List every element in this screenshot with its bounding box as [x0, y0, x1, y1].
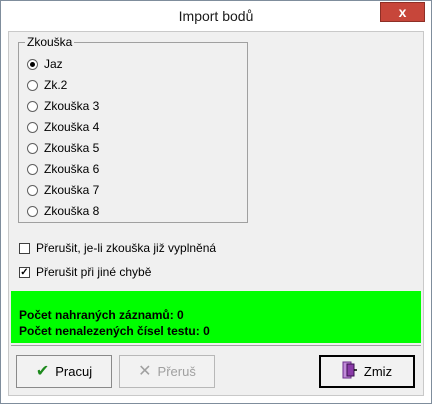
dialog-window: Import bodů x Zkouška Jaz Zk.2 Zkouška 3…: [0, 0, 432, 404]
zmiz-button[interactable]: Zmiz: [319, 355, 415, 388]
radio-label: Zkouška 3: [44, 99, 100, 113]
radio-label: Zkouška 5: [44, 141, 100, 155]
radio-label: Zkouška 8: [44, 204, 100, 218]
radio-option-2[interactable]: Zk.2: [27, 76, 67, 94]
prerus-button[interactable]: ✕ Přeruš: [119, 355, 215, 388]
radio-label: Zkouška 7: [44, 183, 100, 197]
radio-label: Zkouška 4: [44, 120, 100, 134]
checkbox-label: Přerušit, je-li zkouška již vyplněná: [36, 241, 217, 255]
dialog-client-area: Zkouška Jaz Zk.2 Zkouška 3 Zkouška 4 Zko…: [8, 31, 424, 396]
radio-button[interactable]: [27, 184, 38, 196]
radio-label: Jaz: [44, 57, 63, 71]
radio-option-7[interactable]: Zkouška 7: [27, 181, 99, 199]
zkouska-groupbox: Zkouška Jaz Zk.2 Zkouška 3 Zkouška 4 Zko…: [18, 35, 248, 223]
close-button[interactable]: x: [380, 2, 425, 22]
radio-option-1[interactable]: Jaz: [27, 55, 63, 73]
button-label: Zmiz: [363, 364, 393, 379]
radio-button[interactable]: [27, 205, 38, 217]
radio-button[interactable]: [27, 163, 38, 175]
radio-option-3[interactable]: Zkouška 3: [27, 97, 99, 115]
radio-label: Zkouška 6: [44, 162, 100, 176]
radio-option-8[interactable]: Zkouška 8: [27, 202, 99, 220]
radio-button[interactable]: [27, 79, 38, 91]
title-bar: Import bodů x: [1, 1, 431, 31]
pracuj-button[interactable]: ✔ Pracuj: [16, 355, 112, 388]
radio-option-4[interactable]: Zkouška 4: [27, 118, 99, 136]
button-label: Pracuj: [55, 364, 93, 379]
status-imported-count: Počet nahraných záznamů: 0: [19, 308, 184, 322]
radio-option-6[interactable]: Zkouška 6: [27, 160, 99, 178]
separator: [11, 345, 421, 346]
status-panel: Počet nahraných záznamů: 0 Počet nenalez…: [11, 291, 421, 343]
cancel-x-icon: ✕: [138, 362, 152, 380]
button-label: Přeruš: [157, 364, 196, 379]
checkmark-icon: ✔: [35, 362, 50, 380]
checkbox-box[interactable]: [19, 242, 30, 254]
close-icon: x: [398, 4, 407, 20]
radio-label: Zk.2: [44, 78, 68, 92]
groupbox-legend: Zkouška: [25, 35, 75, 49]
radio-button[interactable]: [27, 142, 38, 154]
radio-button[interactable]: [27, 58, 38, 70]
radio-button[interactable]: [27, 100, 38, 112]
checkbox-interrupt-other-error[interactable]: ✓ Přerušit při jiné chybě: [19, 263, 151, 281]
status-not-found-count: Počet nenalezených čísel testu: 0: [19, 324, 210, 338]
window-title: Import bodů: [178, 8, 254, 24]
radio-option-5[interactable]: Zkouška 5: [27, 139, 99, 157]
checkbox-label: Přerušit při jiné chybě: [36, 265, 152, 279]
checkbox-box-checked[interactable]: ✓: [19, 266, 30, 278]
radio-button[interactable]: [27, 121, 38, 133]
checkbox-interrupt-filled[interactable]: Přerušit, je-li zkouška již vyplněná: [19, 239, 216, 257]
exit-door-icon: [342, 361, 358, 383]
